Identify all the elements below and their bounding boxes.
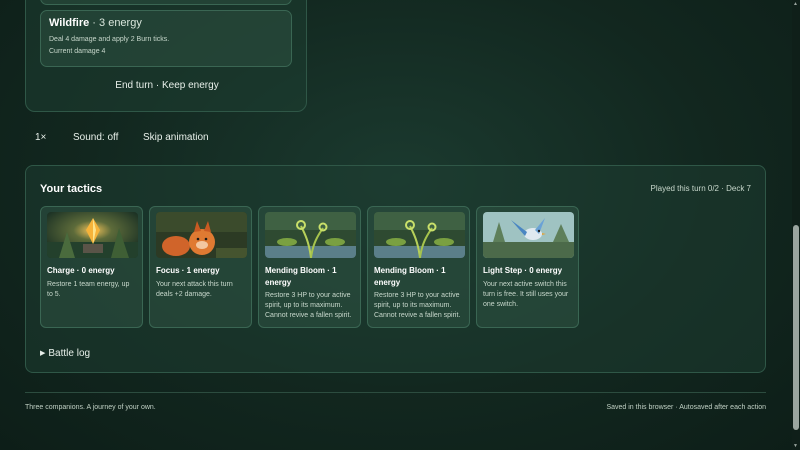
- bird-art: [483, 212, 574, 258]
- tactic-card-light-step[interactable]: Light Step · 0 energy Your next active s…: [476, 206, 579, 328]
- tactic-card-focus[interactable]: Focus · 1 energy Your next attack this t…: [149, 206, 252, 328]
- move-card-wildfire[interactable]: Wildfire · 3 energy Deal 4 damage and ap…: [40, 10, 292, 67]
- tactic-card-description: Restore 1 team energy, up to 5.: [47, 280, 130, 298]
- tactic-card-description: Restore 3 HP to your active spirit, up t…: [265, 292, 352, 320]
- move-title: Wildfire · 3 energy: [49, 17, 283, 29]
- tactic-card-description: Your next active switch this turn is fre…: [483, 280, 569, 308]
- tactic-card-charge[interactable]: Charge · 0 energy Restore 1 team energy,…: [40, 206, 143, 328]
- footer-save-status: Saved in this browser · Autosaved after …: [606, 404, 766, 411]
- tactics-title: Your tactics: [40, 183, 103, 195]
- scroll-down-icon[interactable]: ▼: [793, 443, 798, 449]
- footer-tagline: Three companions. A journey of your own.: [25, 404, 156, 411]
- tactic-card-title: Mending Bloom · 1 energy: [265, 266, 337, 287]
- scroll-up-icon[interactable]: ▲: [793, 1, 798, 7]
- sound-toggle[interactable]: Sound: off: [73, 132, 143, 143]
- tactic-card-mending-bloom[interactable]: Mending Bloom · 1 energy Restore 3 HP to…: [258, 206, 361, 328]
- battle-log-label: Battle log: [48, 348, 91, 359]
- move-cost: · 3 energy: [89, 17, 142, 29]
- footer-divider: [25, 392, 766, 393]
- scrollbar-thumb[interactable]: [793, 225, 799, 430]
- previous-move-card[interactable]: [40, 0, 292, 5]
- battle-panel: Wildfire · 3 energy Deal 4 damage and ap…: [25, 0, 307, 112]
- end-turn-button[interactable]: End turn · Keep energy: [26, 80, 308, 91]
- tactic-card-description: Your next attack this turn deals +2 dama…: [156, 280, 233, 298]
- crystal-art: [47, 212, 138, 258]
- fern-art: [374, 212, 465, 258]
- tactic-card-title: Mending Bloom · 1 energy: [374, 266, 446, 287]
- speed-toggle[interactable]: 1×: [35, 132, 73, 143]
- disclosure-triangle-icon: ▶: [40, 350, 46, 357]
- tactic-card-title: Light Step · 0 energy: [483, 266, 563, 275]
- fern-art: [265, 212, 356, 258]
- tactics-panel: Your tactics Played this turn 0/2 · Deck…: [25, 165, 766, 373]
- tactic-card-list: Charge · 0 energy Restore 1 team energy,…: [40, 206, 579, 328]
- move-current-damage: Current damage 4: [49, 48, 106, 55]
- playback-controls: 1× Sound: off Skip animation: [35, 132, 209, 143]
- skip-animation-button[interactable]: Skip animation: [143, 132, 209, 143]
- tactic-card-mending-bloom[interactable]: Mending Bloom · 1 energy Restore 3 HP to…: [367, 206, 470, 328]
- move-name: Wildfire: [49, 17, 90, 29]
- move-description: Deal 4 damage and apply 2 Burn ticks.: [49, 36, 170, 43]
- tactic-card-description: Restore 3 HP to your active spirit, up t…: [374, 292, 461, 320]
- tactic-card-title: Charge · 0 energy: [47, 266, 115, 275]
- tactic-card-title: Focus · 1 energy: [156, 266, 220, 275]
- tactics-turn-status: Played this turn 0/2 · Deck 7: [650, 184, 752, 193]
- battle-log-toggle[interactable]: ▶ Battle log: [40, 348, 90, 359]
- fox-art: [156, 212, 247, 258]
- page-scrollbar[interactable]: ▲ ▼: [792, 0, 800, 450]
